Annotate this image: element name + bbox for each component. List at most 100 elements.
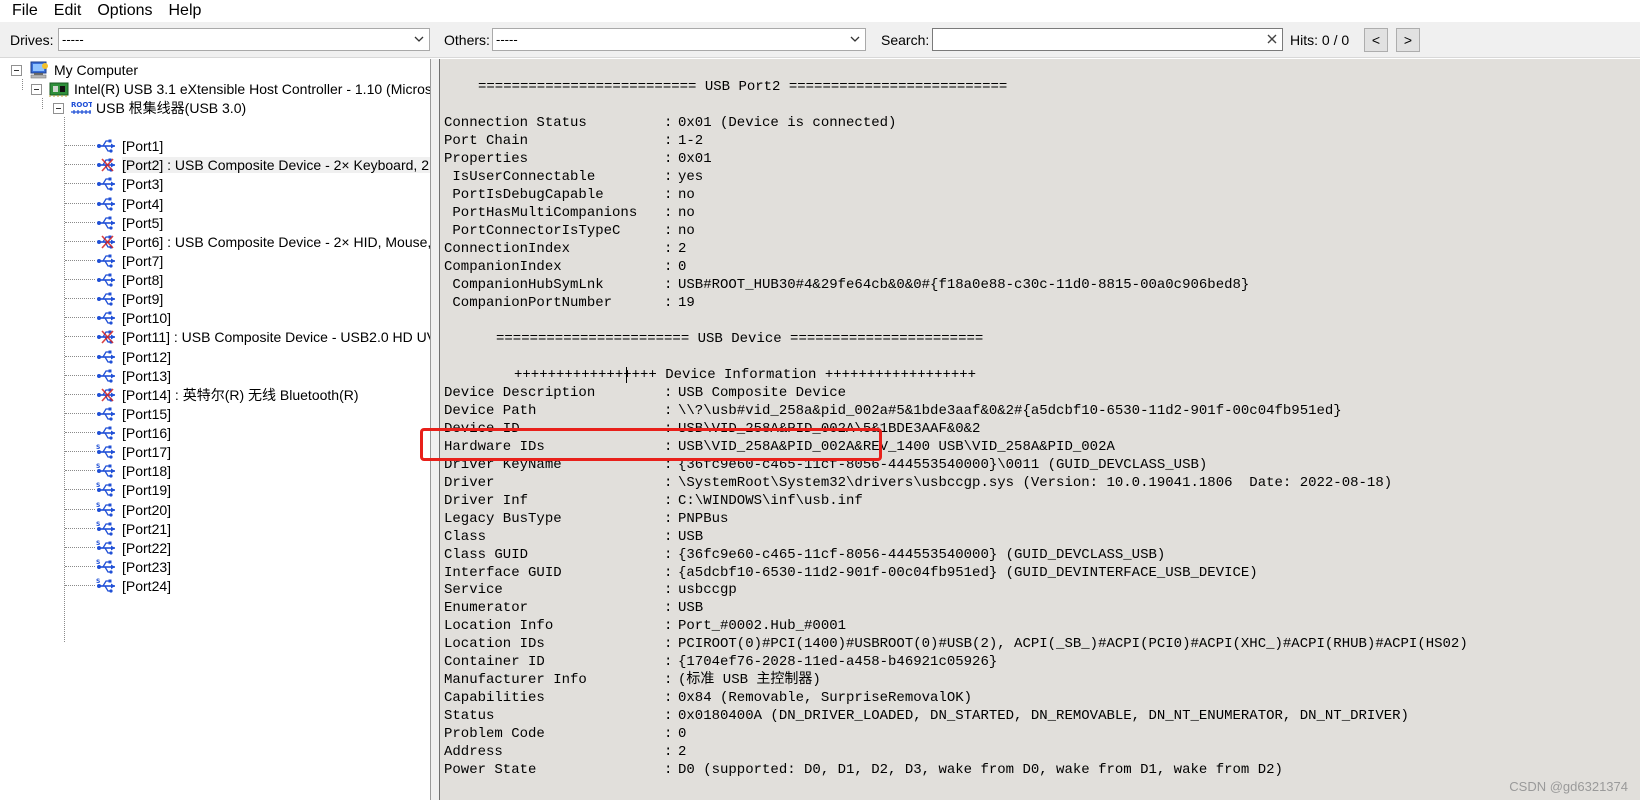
tree-node-port-18[interactable]: S [Port18] [96, 461, 171, 481]
info-key: Connection Status [444, 115, 587, 131]
tree-node-port-20[interactable]: S [Port20] [96, 500, 171, 520]
menu-edit[interactable]: Edit [46, 0, 90, 22]
clear-search-icon[interactable] [1266, 33, 1278, 45]
info-value: usbccgp [678, 582, 737, 599]
tree-node-root-hub[interactable]: ROOT USB 根集线器(USB 3.0) [53, 98, 246, 118]
tree-node-label: [Port6] : USB Composite Device - 2× HID,… [122, 233, 431, 250]
tree-node-port-14[interactable]: [Port14] : 英特尔(R) 无线 Bluetooth(R) [96, 385, 359, 405]
info-separator: : [664, 186, 673, 203]
usb-superspeed-port-icon: S [96, 578, 115, 593]
tree-node-port-19[interactable]: S [Port19] [96, 480, 171, 500]
info-row: Interface GUID: {a5dcbf10-6530-11d2-901f-… [440, 564, 1640, 583]
info-separator: : [664, 294, 673, 311]
info-key: IsUserConnectable [444, 168, 596, 185]
tree-node-port-12[interactable]: [Port12] [96, 347, 171, 367]
others-dropdown-value: ----- [496, 32, 518, 47]
tree-node-port-3[interactable]: [Port3] [96, 174, 163, 194]
info-row: CompanionHubSymLnk: USB#ROOT_HUB30#4&29fe… [440, 276, 1640, 295]
hits-counter: Hits: 0 / 0 [1290, 32, 1350, 48]
tree-node-port-23[interactable]: S [Port23] [96, 557, 171, 577]
tree-node-port-21[interactable]: S [Port21] [96, 519, 171, 539]
info-separator: : [664, 744, 673, 760]
tree-connector [65, 164, 95, 166]
usb-superspeed-port-icon: S [96, 521, 115, 536]
drives-dropdown[interactable]: ----- [58, 28, 430, 51]
tree-node-port-13[interactable]: [Port13] [96, 366, 171, 386]
info-row: Status:0x0180400A (DN_DRIVER_LOADED, DN_… [440, 707, 1640, 726]
tree-node-my-computer[interactable]: My Computer [11, 60, 138, 80]
svg-text:S: S [96, 559, 100, 566]
tree-node-port-2[interactable]: [Port2] : USB Composite Device - 2× Keyb… [96, 155, 430, 175]
tree-connector [22, 79, 23, 90]
tree-node-host-controller[interactable]: Intel(R) USB 3.1 eXtensible Host Control… [31, 79, 430, 99]
info-separator: : [664, 258, 673, 275]
usb-port-icon [97, 216, 115, 230]
tree-node-label: [Port1] [122, 138, 164, 155]
collapse-icon[interactable] [31, 83, 42, 95]
next-hit-button[interactable]: > [1396, 28, 1420, 52]
usb-device-connected-icon [97, 158, 115, 172]
usb-superspeed-port-icon: S [96, 559, 115, 574]
tree-node-port-7[interactable]: [Port7] [96, 251, 163, 271]
tree-node-port-22[interactable]: S [Port22] [96, 538, 171, 558]
usb-superspeed-port-icon: S [96, 540, 115, 555]
tree-node-port-9[interactable]: [Port9] [96, 289, 163, 309]
info-key: Hardware IDs [444, 438, 545, 455]
tree-connector [65, 355, 95, 357]
others-dropdown[interactable]: ----- [492, 28, 866, 51]
info-separator: : [664, 726, 673, 743]
tree-node-port-24[interactable]: S [Port24] [96, 576, 171, 596]
tree-node-port-11[interactable]: [Port11] : USB Composite Device - USB2.0… [96, 327, 430, 347]
info-key: Legacy BusType [444, 510, 562, 527]
collapse-icon[interactable] [11, 64, 22, 76]
info-separator: : [664, 132, 673, 149]
others-label: Others: [444, 32, 490, 48]
menu-help[interactable]: Help [161, 0, 210, 22]
info-key: Address [444, 744, 503, 760]
info-key: Problem Code [444, 726, 545, 743]
tree-node-port-10[interactable]: [Port10] [96, 308, 171, 328]
tree-node-port-6[interactable]: [Port6] : USB Composite Device - 2× HID,… [96, 232, 431, 252]
info-key: Power State [444, 761, 537, 778]
tree-node-label: [Port12] [122, 348, 172, 365]
tree-node-label: [Port23] [122, 558, 172, 575]
previous-hit-label: < [1371, 32, 1381, 48]
info-row: IsUserConnectable: yes [440, 168, 1640, 187]
info-separator: : [664, 618, 673, 635]
info-separator: : [664, 564, 673, 581]
tree-node-port-15[interactable]: [Port15] [96, 404, 171, 424]
tree-node-port-5[interactable]: [Port5] [96, 213, 163, 233]
menu-file[interactable]: File [4, 0, 46, 22]
info-separator: : [664, 150, 673, 167]
info-row: CompanionPortNumber:19 [440, 294, 1640, 313]
usb-port-icon [97, 407, 115, 421]
info-pane[interactable]: ========================== USB Port2 ===… [439, 59, 1640, 800]
tree-node-label: USB 根集线器(USB 3.0) [96, 100, 247, 116]
search-input[interactable] [936, 30, 1236, 50]
info-value: yes [678, 168, 704, 185]
info-key: Location Info [444, 618, 554, 635]
info-row: Driver Inf: C:\WINDOWS\inf\usb.inf [440, 492, 1640, 511]
chevron-down-icon [850, 36, 860, 42]
tree-node-label: [Port19] [122, 482, 172, 499]
watermark: CSDN @gd6321374 [1509, 779, 1628, 794]
tree-node-port-16[interactable]: [Port16] [96, 423, 171, 443]
info-row: Container ID: {1704ef76-2028-11ed-a458-b4… [440, 653, 1640, 672]
drives-dropdown-value: ----- [62, 32, 84, 47]
tree-node-port-4[interactable]: [Port4] [96, 194, 163, 214]
info-row: Driver: \SystemRoot\System32\drivers\usbc… [440, 474, 1640, 493]
tree-node-port-1[interactable]: [Port1] [96, 136, 163, 156]
menu-bar: File Edit Options Help [0, 0, 1640, 22]
info-row: Manufacturer Info: (标准 USB 主控制器) [440, 671, 1640, 690]
collapse-icon[interactable] [53, 102, 64, 114]
tree-connector [65, 259, 95, 261]
info-separator: : [664, 168, 673, 185]
info-value: USB#ROOT_HUB30#4&29fe64cb&0&0#{f18a0e88-… [678, 276, 1250, 293]
menu-options[interactable]: Options [89, 0, 160, 22]
tree-node-label: [Port21] [122, 520, 172, 537]
tree-node-port-17[interactable]: S [Port17] [96, 442, 171, 462]
tree-node-port-8[interactable]: [Port8] [96, 270, 163, 290]
pane-splitter[interactable] [431, 59, 439, 800]
tree-connector [65, 565, 95, 567]
previous-hit-button[interactable]: < [1364, 28, 1388, 52]
